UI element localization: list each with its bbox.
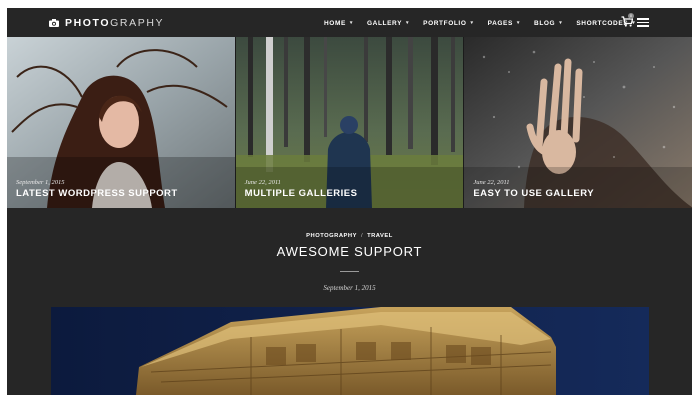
category-link-photography[interactable]: PHOTOGRAPHY: [306, 233, 357, 239]
slide-date: June 22, 2011: [244, 179, 281, 186]
logo-text: PHOTOGRAPHY: [65, 16, 165, 29]
slide-latest-wordpress-support[interactable]: September 1, 2015 LATEST WORDPRESS SUPPO…: [7, 37, 235, 208]
slide-easy-to-use-gallery[interactable]: June 22, 2011 EASY TO USE GALLERY: [463, 37, 692, 208]
hamburger-menu-icon[interactable]: [637, 18, 649, 27]
nav-item-portfolio[interactable]: PORTFOLIO ▾: [423, 20, 473, 27]
chevron-down-icon: ▾: [470, 20, 474, 26]
slide-title[interactable]: MULTIPLE GALLERIES: [245, 188, 358, 199]
arc-de-triomphe-image: [51, 307, 649, 395]
chevron-down-icon: ▾: [516, 20, 521, 26]
cart-count-badge: 0: [628, 13, 634, 19]
category-separator: /: [360, 233, 364, 239]
slide-multiple-galleries[interactable]: June 22, 2011 MULTIPLE GALLERIES: [234, 37, 464, 208]
slide-date: September 1, 2015: [16, 179, 65, 186]
title-divider: [340, 271, 359, 272]
nav-item-pages[interactable]: PAGES ▾: [488, 20, 520, 27]
top-header: PHOTOGRAPHY HOME ▾ GALLERY ▾ PORTFOLIO ▾ PA…: [7, 8, 692, 37]
site-logo[interactable]: PHOTOGRAPHY: [49, 16, 164, 29]
page-frame: PHOTOGRAPHY HOME ▾ GALLERY ▾ PORTFOLIO ▾ PA…: [7, 8, 692, 395]
nav-item-blog[interactable]: BLOG ▾: [534, 20, 562, 27]
featured-slider: September 1, 2015 LATEST WORDPRESS SUPPO…: [7, 37, 692, 208]
slide-title[interactable]: LATEST WORDPRESS SUPPORT: [16, 188, 178, 199]
chevron-down-icon: ▾: [559, 20, 563, 26]
category-link-travel[interactable]: TRAVEL: [367, 233, 393, 239]
main-nav: HOME ▾ GALLERY ▾ PORTFOLIO ▾ PAGES ▾ BLOG ▾ S…: [324, 18, 649, 28]
slide-date: June 22, 2011: [473, 179, 510, 186]
chevron-down-icon: ▾: [406, 20, 410, 26]
post-categories: PHOTOGRAPHY / TRAVEL: [7, 233, 692, 239]
slide-title[interactable]: EASY TO USE GALLERY: [473, 188, 594, 199]
post-featured-image[interactable]: [51, 307, 649, 395]
nav-item-gallery[interactable]: GALLERY ▾: [367, 20, 409, 27]
post-date: September 1, 2015: [323, 284, 376, 292]
chevron-down-icon: ▾: [349, 20, 354, 26]
nav-item-home[interactable]: HOME ▾: [324, 20, 353, 27]
post-title[interactable]: AWESOME SUPPORT: [7, 244, 692, 259]
camera-icon: [49, 18, 59, 27]
